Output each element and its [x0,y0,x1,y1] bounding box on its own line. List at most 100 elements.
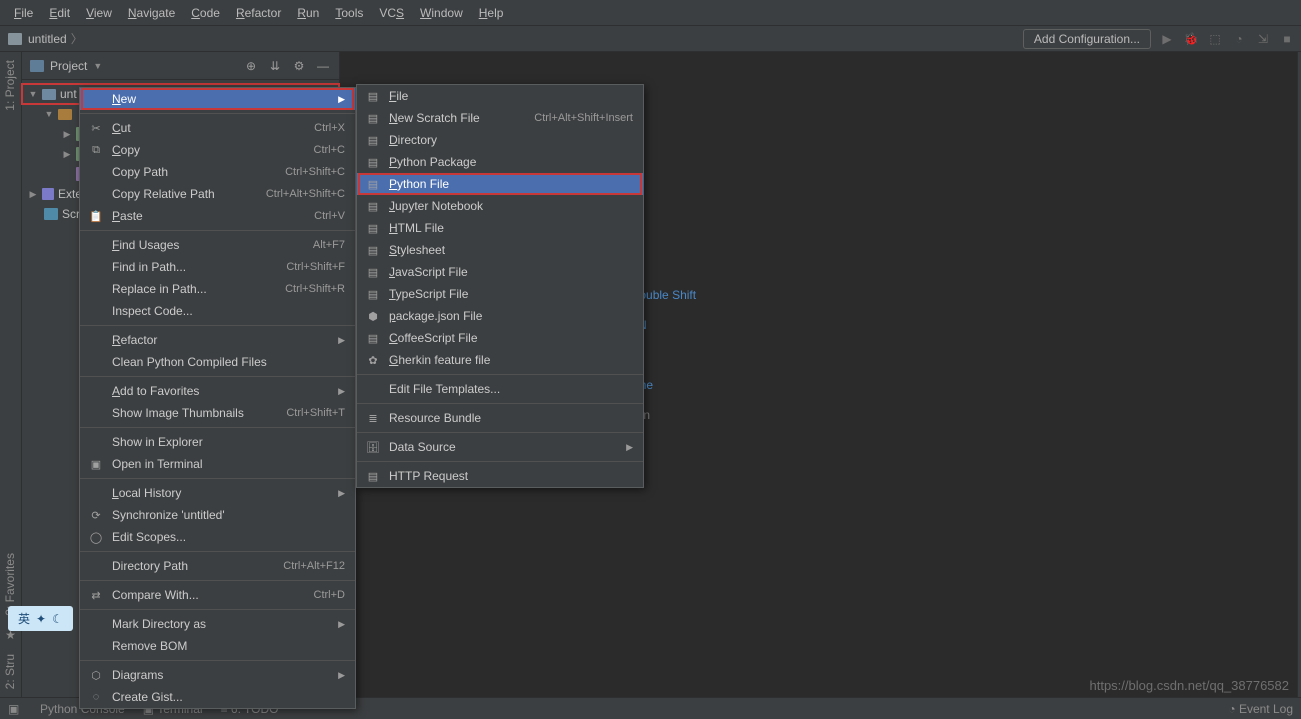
menu-edit[interactable]: Edit [41,2,78,24]
menu-item-coffeescript-file[interactable]: ▤CoffeeScript File [357,327,643,349]
menu-item-copy[interactable]: ⧉CopyCtrl+C [80,139,355,161]
menu-item-paste[interactable]: 📋PasteCtrl+V [80,205,355,227]
menu-item-html-file[interactable]: ▤ HTML File [357,217,643,239]
menu-item-show-in-explorer[interactable]: Show in Explorer [80,431,355,453]
attach-icon[interactable]: ⇲ [1255,31,1271,47]
menu-item-replace-in-path[interactable]: Replace in Path...Ctrl+Shift+R [80,278,355,300]
menu-item-inspect-code[interactable]: Inspect Code... [80,300,355,322]
status-event-log[interactable]: ◔ Event Log [1228,702,1293,716]
menu-item-jupyter-notebook[interactable]: ▤Jupyter Notebook [357,195,643,217]
menu-item-directory[interactable]: ▤Directory [357,129,643,151]
collapse-arrow-icon[interactable]: ▶ [62,149,72,160]
collapse-icon[interactable]: ⇊ [267,58,283,74]
menu-item-icon: ▤ [365,220,381,236]
menu-item-find-in-path[interactable]: Find in Path...Ctrl+Shift+F [80,256,355,278]
menu-run[interactable]: Run [289,2,327,24]
debug-icon[interactable]: 🐞 [1183,31,1199,47]
menu-item-shortcut: Ctrl+X [314,122,345,134]
menu-item-directory-path[interactable]: Directory PathCtrl+Alt+F12 [80,555,355,577]
menu-window[interactable]: Window [412,2,471,24]
folder-icon [8,33,22,45]
menu-item-find-usages[interactable]: Find UsagesAlt+F7 [80,234,355,256]
menu-item-edit-scopes[interactable]: ◯Edit Scopes... [80,526,355,548]
menu-item-synchronize-untitled[interactable]: ⟳Synchronize 'untitled' [80,504,355,526]
menu-item-icon: ⬡ [88,667,104,683]
add-configuration-button[interactable]: Add Configuration... [1023,29,1151,49]
menu-item-label: Synchronize 'untitled' [112,508,345,522]
menu-navigate[interactable]: Navigate [120,2,183,24]
collapse-arrow-icon[interactable]: ▶ [28,189,38,200]
menu-item-python-package[interactable]: ▤Python Package [357,151,643,173]
collapse-arrow-icon[interactable]: ▶ [62,129,72,140]
submenu-arrow-icon: ▶ [335,488,345,499]
menu-item-python-file[interactable]: ▤Python File [357,173,643,195]
gutter-structure-tab[interactable]: 2: Stru [0,646,21,697]
menu-item-show-image-thumbnails[interactable]: Show Image ThumbnailsCtrl+Shift+T [80,402,355,424]
profile-icon[interactable]: ◔ [1231,31,1247,47]
menu-item-copy-path[interactable]: Copy PathCtrl+Shift+C [80,161,355,183]
menu-item-resource-bundle[interactable]: ≣Resource Bundle [357,407,643,429]
expand-arrow-icon[interactable]: ▼ [28,89,38,99]
menu-file[interactable]: File [6,2,41,24]
menu-item-label: HTTP Request [389,469,633,483]
menu-item-open-in-terminal[interactable]: ▣Open in Terminal [80,453,355,475]
menu-tools[interactable]: Tools [327,2,371,24]
watermark-text: https://blog.csdn.net/qq_38776582 [1090,678,1290,693]
menu-item-new-scratch-file[interactable]: ▤New Scratch FileCtrl+Alt+Shift+Insert [357,107,643,129]
menu-item-typescript-file[interactable]: ▤TypeScript File [357,283,643,305]
menu-item-local-history[interactable]: Local History▶ [80,482,355,504]
menu-item-refactor[interactable]: Refactor▶ [80,329,355,351]
run-toolbar: Add Configuration... ▶ 🐞 ⬚ ◔ ⇲ ■ [1023,26,1295,52]
gear-icon[interactable]: ⚙ [291,58,307,74]
menu-item-mark-directory-as[interactable]: Mark Directory as▶ [80,613,355,635]
chevron-down-icon[interactable]: ▼ [93,61,102,71]
menu-item-create-gist[interactable]: ◌Create Gist... [80,686,355,708]
menu-item-label: Inspect Code... [112,304,345,318]
menu-item-label: Replace in Path... [112,282,261,296]
right-gutter [1297,52,1301,697]
project-panel-title[interactable]: Project [50,59,87,73]
menu-item-cut[interactable]: ✂CutCtrl+X [80,117,355,139]
menu-item-shortcut: Ctrl+Shift+C [285,166,345,178]
menu-item-remove-bom[interactable]: Remove BOM [80,635,355,657]
menu-item-label: HTML File [389,221,633,235]
menu-help[interactable]: Help [471,2,512,24]
gutter-project-tab[interactable]: 1: Project [0,52,21,119]
menu-refactor[interactable]: Refactor [228,2,289,24]
menu-item-new[interactable]: New▶ [80,88,355,110]
menu-item-label: TypeScript File [389,287,633,301]
coverage-icon[interactable]: ⬚ [1207,31,1223,47]
menu-item-diagrams[interactable]: ⬡Diagrams▶ [80,664,355,686]
menu-item-stylesheet[interactable]: ▤Stylesheet [357,239,643,261]
menu-item-icon: 🗄 [365,439,381,455]
menu-item-file[interactable]: ▤File [357,85,643,107]
menu-item-package-json-file[interactable]: ⬢package.json File [357,305,643,327]
menu-item-edit-file-templates[interactable]: Edit File Templates... [357,378,643,400]
breadcrumb-project[interactable]: untitled [28,32,67,46]
menu-item-label: Compare With... [112,588,290,602]
menu-item-javascript-file[interactable]: ▤JavaScript File [357,261,643,283]
menu-item-data-source[interactable]: 🗄Data Source▶ [357,436,643,458]
menu-item-compare-with[interactable]: ⇄Compare With...Ctrl+D [80,584,355,606]
menu-item-shortcut: Ctrl+Alt+F12 [283,560,345,572]
hide-icon[interactable]: — [315,58,331,74]
menu-view[interactable]: View [78,2,120,24]
menu-item-http-request[interactable]: ▤HTTP Request [357,465,643,487]
menu-item-icon [88,405,104,421]
ime-indicator[interactable]: 英 ✦ ☾ [8,606,73,631]
menu-code[interactable]: Code [183,2,228,24]
menu-item-clean-python-compiled-files[interactable]: Clean Python Compiled Files [80,351,355,373]
menu-item-label: Python Package [389,155,633,169]
menu-item-gherkin-feature-file[interactable]: ✿Gherkin feature file [357,349,643,371]
menu-item-label: Copy [112,143,290,157]
menu-item-add-to-favorites[interactable]: Add to Favorites▶ [80,380,355,402]
menu-item-label: Show in Explorer [112,435,345,449]
menu-vcs[interactable]: VCS [371,2,412,24]
stop-icon[interactable]: ■ [1279,31,1295,47]
expand-arrow-icon[interactable]: ▼ [44,109,54,119]
submenu-arrow-icon: ▶ [335,619,345,630]
menu-item-label: Diagrams [112,668,335,682]
locate-icon[interactable]: ⊕ [243,58,259,74]
run-icon[interactable]: ▶ [1159,31,1175,47]
menu-item-copy-relative-path[interactable]: Copy Relative PathCtrl+Alt+Shift+C [80,183,355,205]
